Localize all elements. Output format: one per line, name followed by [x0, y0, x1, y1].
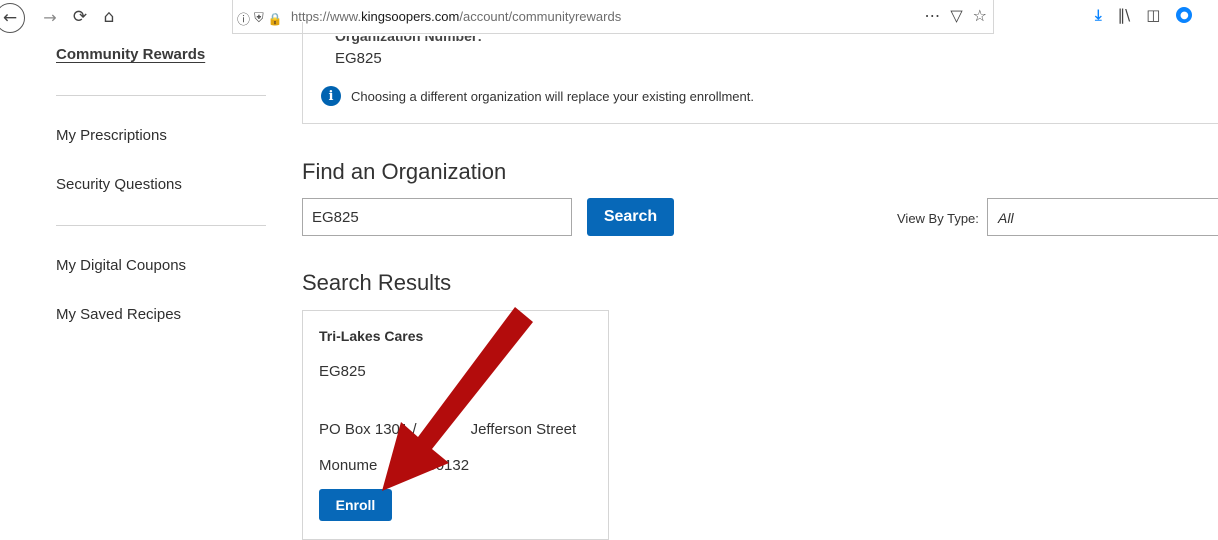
sidebar-item-my-digital-coupons[interactable]: My Digital Coupons	[56, 257, 186, 274]
reload-icon: ⟳	[72, 7, 88, 27]
result-organization-code: EG825	[319, 363, 366, 380]
sidebar-item-security-questions[interactable]: Security Questions	[56, 176, 182, 193]
back-arrow-icon: ←	[0, 3, 25, 33]
sidebar-item-my-saved-recipes[interactable]: My Saved Recipes	[56, 306, 181, 323]
home-icon: ⌂	[103, 7, 115, 27]
find-organization-heading: Find an Organization	[302, 159, 507, 184]
view-by-type-select[interactable]: All	[987, 198, 1218, 236]
sidebar-item-community-rewards[interactable]: Community Rewards	[56, 46, 205, 63]
enrollment-info-text: Choosing a different organization will r…	[351, 89, 754, 104]
info-icon: i	[321, 86, 341, 106]
address-line1-end: Jefferson Street	[470, 421, 577, 438]
url-security-icons: ⓘ ⛨ 🔒	[237, 9, 283, 28]
info-icon[interactable]: ⓘ	[237, 9, 250, 28]
address-line2-start: Monume	[319, 457, 378, 474]
reload-button[interactable]: ⟳	[68, 4, 92, 30]
forward-button[interactable]: →	[38, 4, 62, 30]
sidebar-divider	[56, 95, 266, 96]
search-button[interactable]: Search	[587, 198, 674, 236]
home-button[interactable]: ⌂	[96, 4, 122, 30]
address-line1-start: PO Box 1301 /	[319, 421, 417, 438]
forward-arrow-icon: →	[43, 7, 57, 27]
back-button[interactable]: ←	[0, 3, 34, 33]
shield-icon[interactable]: ⛨	[254, 11, 264, 26]
result-card: Tri-Lakes Cares EG825 PO Box 1301 / Jeffe…	[302, 310, 609, 540]
result-address-line2: Monume 80132	[319, 457, 469, 474]
account-icon[interactable]: ●	[1176, 7, 1193, 23]
current-enrollment-panel: Organization Number: EG825 i Choosing a …	[302, 22, 1218, 124]
enroll-button[interactable]: Enroll	[319, 489, 392, 521]
organization-number-value: EG825	[335, 50, 382, 67]
sidebar-item-my-prescriptions[interactable]: My Prescriptions	[56, 127, 167, 144]
address-line2-end: 80132	[427, 457, 470, 474]
lock-icon[interactable]: 🔒	[268, 12, 283, 26]
result-organization-name: Tri-Lakes Cares	[319, 328, 424, 344]
result-address-line1: PO Box 1301 / Jefferson Street	[319, 421, 576, 438]
sidebar-divider	[56, 225, 266, 226]
search-results-heading: Search Results	[302, 270, 452, 295]
organization-number-label: Organization Number:	[335, 28, 483, 44]
view-by-type-label: View By Type:	[897, 211, 979, 226]
organization-search-input[interactable]	[302, 198, 572, 236]
